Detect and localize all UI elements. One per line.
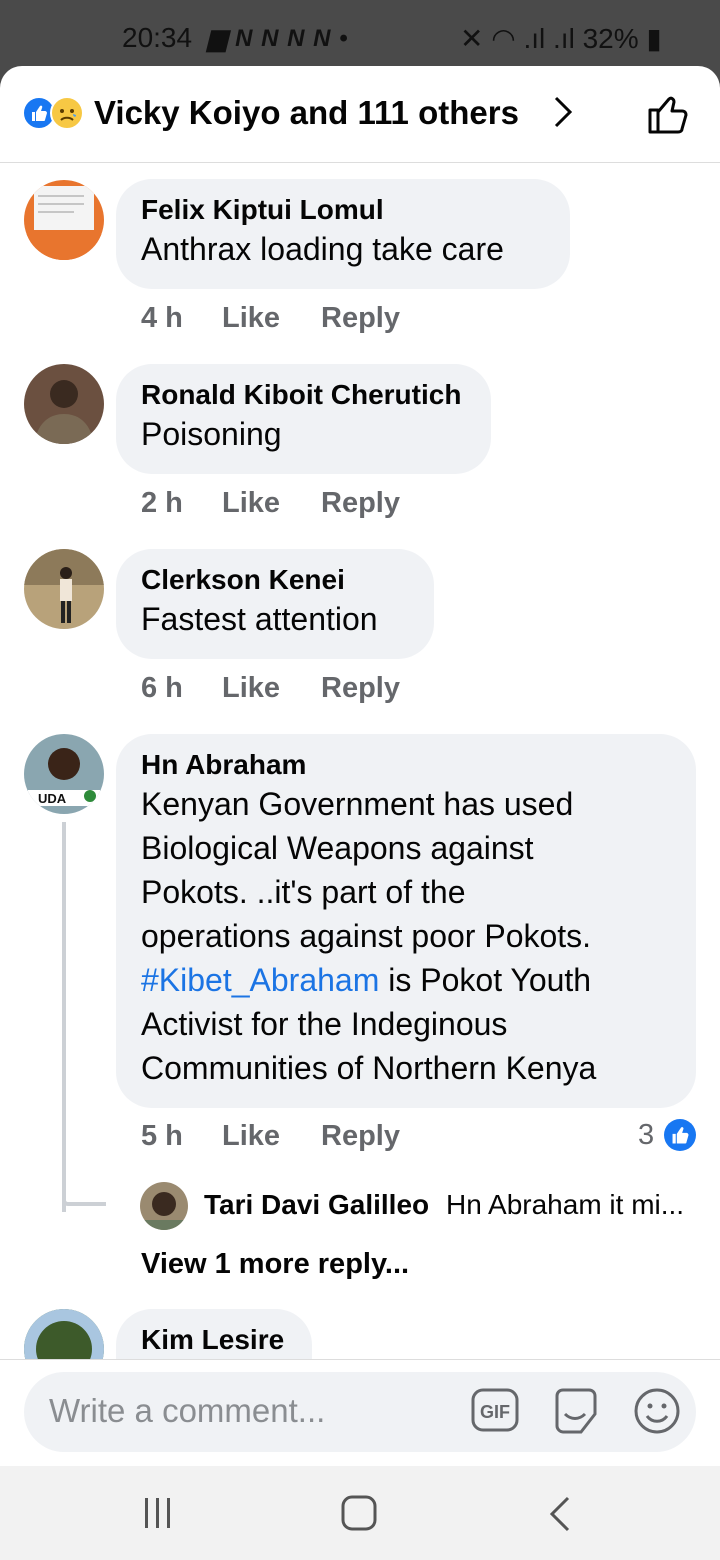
sticker-icon[interactable] bbox=[551, 1386, 601, 1436]
comments-sheet: Vicky Koiyo and 111 others Felix Kiptui … bbox=[0, 66, 720, 1466]
comment-input-placeholder[interactable]: Write a comment... bbox=[49, 1392, 325, 1430]
view-more-replies-link[interactable]: View 1 more reply... bbox=[141, 1248, 409, 1281]
comment-time[interactable]: 5 h bbox=[141, 1120, 183, 1153]
comment-line: Biological Weapons against bbox=[141, 830, 534, 866]
home-icon[interactable] bbox=[340, 1494, 378, 1532]
svg-text:GIF: GIF bbox=[480, 1402, 510, 1422]
system-nav-bar bbox=[0, 1466, 720, 1560]
hashtag-link[interactable]: #Kibet_Abraham bbox=[141, 962, 379, 998]
thread-branch bbox=[62, 1200, 106, 1206]
comment-bubble[interactable]: Felix Kiptui Lomul Anthrax loading take … bbox=[116, 179, 570, 289]
comment-composer: Write a comment... GIF bbox=[0, 1359, 720, 1466]
status-bar: 20:34 ▆ N N N N • ✕ ◠ .ıl .ıl 32% ▮ bbox=[0, 0, 720, 68]
comment-author[interactable]: Clerkson Kenei bbox=[141, 563, 408, 597]
avatar[interactable] bbox=[24, 364, 104, 444]
like-link[interactable]: Like bbox=[222, 487, 280, 520]
reactions-summary[interactable]: Vicky Koiyo and 111 others bbox=[94, 94, 519, 132]
avatar[interactable]: UDA bbox=[24, 734, 104, 814]
comment-text: Anthrax loading take care bbox=[141, 231, 504, 267]
reply-preview[interactable]: Tari Davi Galilleo Hn Abraham it mi... bbox=[140, 1182, 700, 1232]
comment-line: #Kibet_Abraham is Pokot Youth bbox=[141, 958, 670, 1002]
comment-bubble[interactable]: Hn Abraham Kenyan Government has used Bi… bbox=[116, 734, 696, 1108]
like-reaction-icon[interactable] bbox=[664, 1119, 696, 1151]
like-link[interactable]: Like bbox=[222, 1120, 280, 1153]
comment-bubble[interactable]: Ronald Kiboit Cherutich Poisoning bbox=[116, 364, 491, 474]
reply-author[interactable]: Tari Davi Galilleo bbox=[204, 1189, 429, 1221]
like-link[interactable]: Like bbox=[222, 672, 280, 705]
comment-author[interactable]: Hn Abraham bbox=[141, 748, 670, 782]
comment-line: Kenyan Government has used bbox=[141, 786, 574, 822]
recents-icon[interactable] bbox=[143, 1496, 173, 1530]
like-button-icon[interactable] bbox=[644, 90, 692, 138]
notification-n-icons: N N N N bbox=[235, 25, 332, 52]
comment-text: Fastest attention bbox=[141, 601, 378, 637]
mute-icon: ✕ bbox=[460, 23, 484, 54]
comment-time[interactable]: 4 h bbox=[141, 302, 183, 335]
comment-author[interactable]: Felix Kiptui Lomul bbox=[141, 193, 544, 227]
comment-input[interactable]: Write a comment... GIF bbox=[24, 1372, 696, 1452]
battery-icon: ▮ bbox=[646, 23, 662, 54]
comment-line: Activist for the Indeginous bbox=[141, 1006, 508, 1042]
like-link[interactable]: Like bbox=[222, 302, 280, 335]
comment-time[interactable]: 2 h bbox=[141, 487, 183, 520]
sad-reaction-icon bbox=[50, 96, 84, 130]
reply-link[interactable]: Reply bbox=[321, 1120, 400, 1153]
reply-link[interactable]: Reply bbox=[321, 302, 400, 335]
message-icon: ▆ bbox=[208, 25, 228, 52]
thread-line bbox=[62, 822, 66, 1212]
comment-like-count[interactable]: 3 bbox=[638, 1119, 654, 1152]
avatar-badge-text: UDA bbox=[38, 791, 67, 806]
reply-link[interactable]: Reply bbox=[321, 672, 400, 705]
status-right: ✕ ◠ .ıl .ıl 32% ▮ bbox=[460, 22, 662, 55]
emoji-icon[interactable] bbox=[632, 1386, 682, 1436]
comment-line: Pokots. ..it's part of the bbox=[141, 874, 466, 910]
reply-avatar[interactable] bbox=[140, 1182, 188, 1230]
status-notification-icons: ▆ N N N N • bbox=[208, 24, 349, 53]
comment-bubble[interactable]: Clerkson Kenei Fastest attention bbox=[116, 549, 434, 659]
status-time: 20:34 bbox=[122, 22, 193, 53]
dot-icon: • bbox=[339, 25, 349, 52]
reply-text: Hn Abraham it mi... bbox=[446, 1189, 685, 1220]
signal-icon: .ıl bbox=[523, 23, 546, 54]
reactions-header[interactable]: Vicky Koiyo and 111 others bbox=[0, 66, 720, 163]
comment-line: operations against poor Pokots. bbox=[141, 918, 592, 954]
comment-line-rest: is Pokot Youth bbox=[379, 962, 592, 998]
comment-author[interactable]: Kim Lesire bbox=[141, 1323, 286, 1357]
avatar[interactable] bbox=[24, 549, 104, 629]
signal-icon-2: .ıl bbox=[553, 23, 575, 54]
battery-percent: 32% bbox=[582, 23, 639, 54]
comment-time[interactable]: 6 h bbox=[141, 672, 183, 705]
comment-author[interactable]: Ronald Kiboit Cherutich bbox=[141, 378, 465, 412]
gif-icon[interactable]: GIF bbox=[471, 1388, 519, 1432]
comment-text: Poisoning bbox=[141, 416, 282, 452]
back-icon[interactable] bbox=[548, 1496, 572, 1532]
wifi-icon: ◠ bbox=[491, 23, 516, 54]
reply-link[interactable]: Reply bbox=[321, 487, 400, 520]
chevron-right-icon[interactable] bbox=[546, 94, 582, 130]
comment-line: Communities of Northern Kenya bbox=[141, 1050, 597, 1086]
avatar[interactable] bbox=[24, 180, 104, 260]
